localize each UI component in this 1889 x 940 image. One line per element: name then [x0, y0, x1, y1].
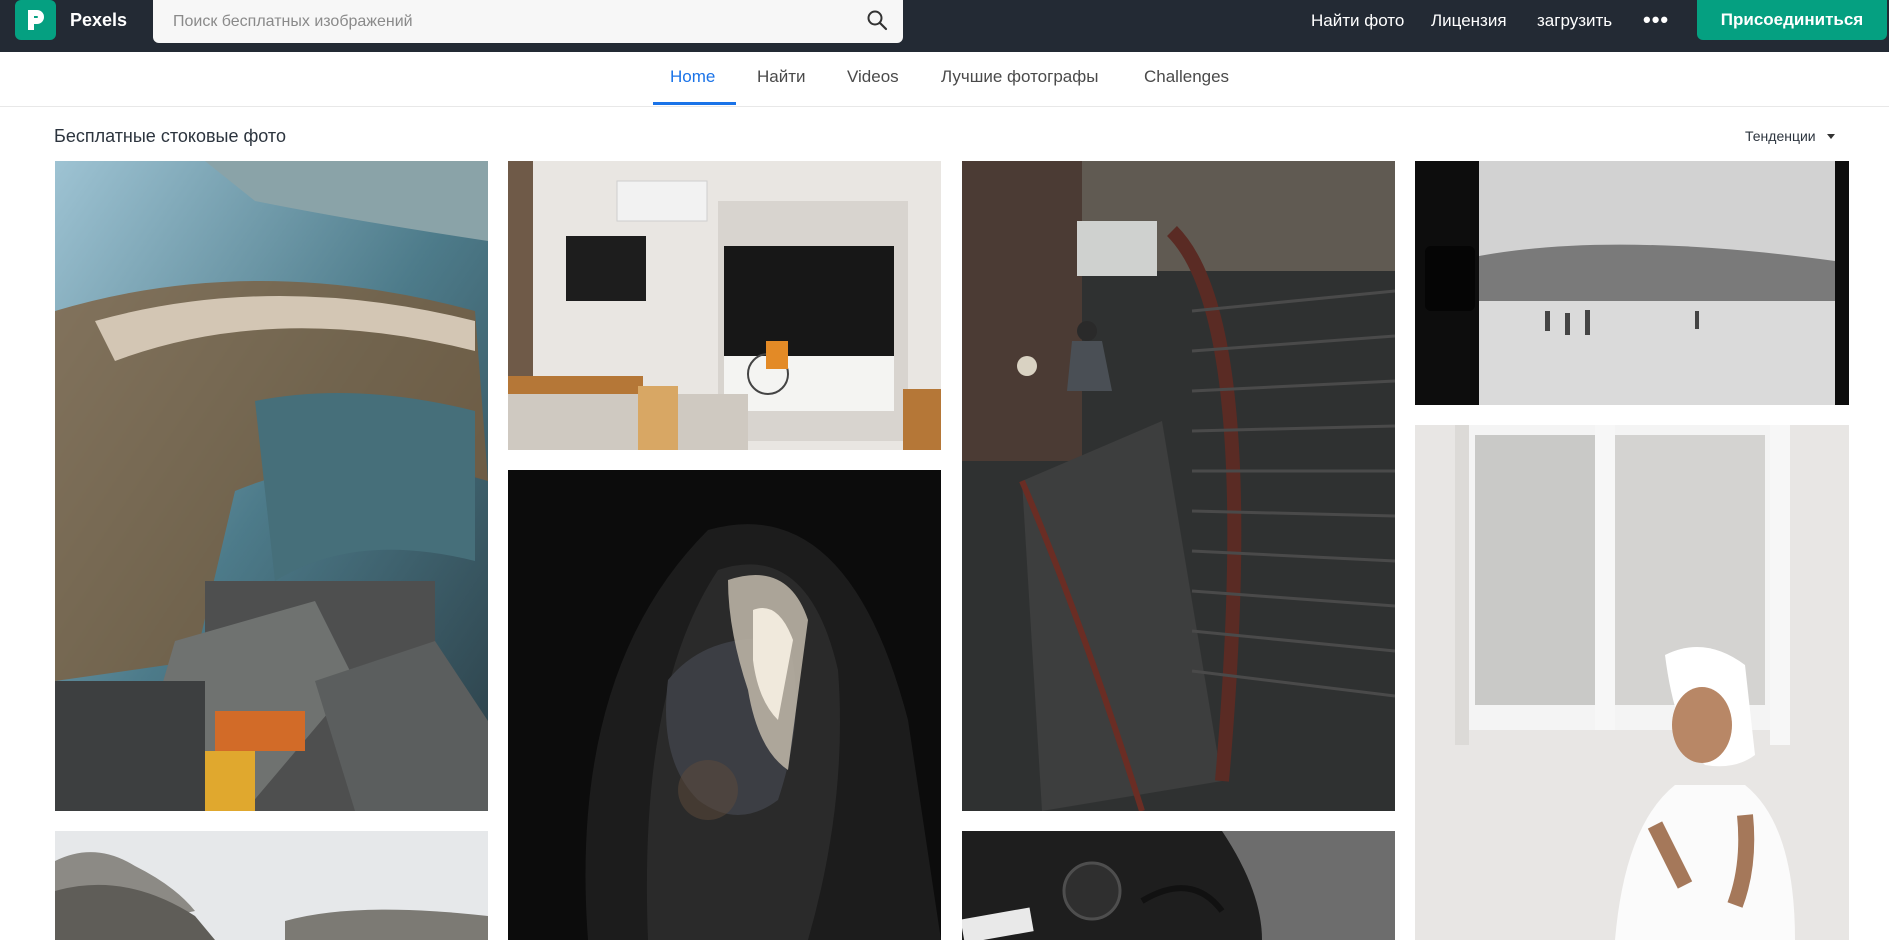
tab-challenges[interactable]: Challenges: [1144, 67, 1229, 87]
photo-woman-towel[interactable]: [1415, 425, 1849, 940]
pexels-logo-icon[interactable]: [15, 0, 56, 40]
tab-home[interactable]: Home: [670, 67, 715, 87]
gallery-title: Бесплатные стоковые фото: [54, 126, 286, 146]
photo-helicopter-view[interactable]: [55, 161, 488, 811]
active-tab-indicator: [653, 102, 736, 105]
sort-dropdown[interactable]: Тенденции: [1745, 128, 1816, 144]
photo-rocks-sea[interactable]: [55, 831, 488, 940]
search-bar[interactable]: [153, 0, 903, 43]
top-navigation-bar: Pexels Найти фото Лицензия загрузить •••…: [0, 0, 1889, 52]
photo-kitchen-wheelchair[interactable]: [508, 161, 941, 450]
more-menu-icon[interactable]: •••: [1643, 7, 1669, 33]
tab-find[interactable]: Найти: [757, 67, 806, 87]
nav-license[interactable]: Лицензия: [1431, 11, 1507, 31]
nav-upload[interactable]: загрузить: [1537, 11, 1612, 31]
photo-dark-face-paint[interactable]: [508, 470, 941, 940]
photo-beach-film[interactable]: [1415, 161, 1849, 405]
brand-name[interactable]: Pexels: [70, 10, 127, 31]
tab-bar: Home Найти Videos Лучшие фотографы Chall…: [0, 52, 1889, 107]
search-input[interactable]: [171, 10, 835, 34]
tab-videos[interactable]: Videos: [847, 67, 899, 87]
nav-find-photo[interactable]: Найти фото: [1311, 11, 1404, 31]
photo-dark-objects[interactable]: [962, 831, 1395, 940]
tab-top-photographers[interactable]: Лучшие фотографы: [941, 67, 1098, 87]
photo-spiral-staircase[interactable]: [962, 161, 1395, 811]
join-button[interactable]: Присоединиться: [1697, 0, 1887, 40]
caret-down-icon[interactable]: [1827, 134, 1835, 139]
search-icon[interactable]: [865, 8, 889, 32]
